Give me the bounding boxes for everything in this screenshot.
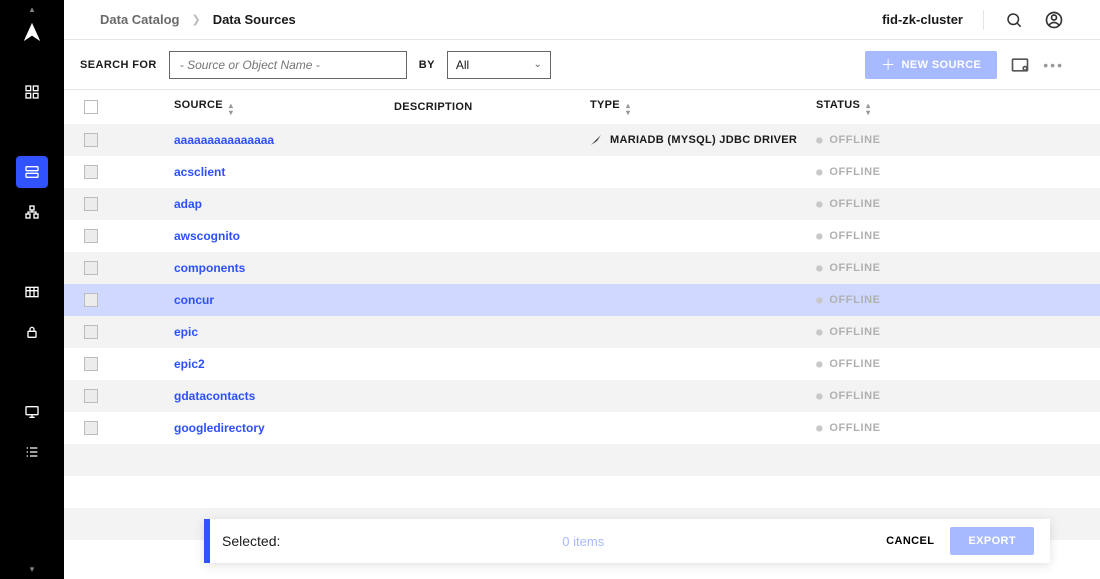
sidebar: ▴ ▾	[0, 0, 64, 579]
empty-row	[64, 476, 1100, 508]
plus-icon: ＋	[881, 55, 895, 75]
nav-dashboard[interactable]	[16, 76, 48, 108]
table-row[interactable]: epic OFFLINE	[64, 316, 1100, 348]
row-checkbox[interactable]	[84, 133, 98, 147]
table-row[interactable]: gdatacontacts OFFLINE	[64, 380, 1100, 412]
row-checkbox[interactable]	[84, 165, 98, 179]
nav-list[interactable]	[16, 436, 48, 468]
nav-security[interactable]	[16, 316, 48, 348]
table-row[interactable]: concur OFFLINE	[64, 284, 1100, 316]
source-link[interactable]: adap	[174, 197, 202, 211]
row-status: OFFLINE	[816, 422, 996, 434]
separator	[983, 10, 984, 30]
by-select-value: All	[456, 58, 469, 72]
sort-icon: ▴▾	[626, 102, 630, 116]
row-status: OFFLINE	[816, 326, 996, 338]
nav-monitor[interactable]	[16, 396, 48, 428]
breadcrumb-current: Data Sources	[213, 12, 296, 27]
selected-label: Selected:	[222, 533, 280, 549]
row-status: OFFLINE	[816, 358, 996, 370]
breadcrumb-parent[interactable]: Data Catalog	[100, 12, 179, 27]
row-checkbox[interactable]	[84, 293, 98, 307]
row-status: OFFLINE	[816, 294, 996, 306]
row-checkbox[interactable]	[84, 421, 98, 435]
data-table: SOURCE▴▾ DESCRIPTION TYPE▴▾ STATUS▴▾ aaa…	[64, 90, 1100, 579]
row-checkbox[interactable]	[84, 325, 98, 339]
nav-data-sources[interactable]	[16, 156, 48, 188]
col-status[interactable]: STATUS▴▾	[816, 99, 996, 116]
table-row[interactable]: googledirectory OFFLINE	[64, 412, 1100, 444]
by-select[interactable]: All ⌄	[447, 51, 551, 79]
user-icon[interactable]	[1044, 10, 1064, 30]
chevron-down-icon: ⌄	[533, 59, 541, 70]
row-checkbox[interactable]	[84, 261, 98, 275]
search-for-label: SEARCH FOR	[80, 59, 157, 71]
row-type: MARIADB (MYSQL) JDBC DRIVER	[590, 134, 816, 146]
table-header: SOURCE▴▾ DESCRIPTION TYPE▴▾ STATUS▴▾	[64, 90, 1100, 124]
col-source[interactable]: SOURCE▴▾	[174, 99, 394, 116]
nav-table[interactable]	[16, 276, 48, 308]
source-link[interactable]: concur	[174, 293, 214, 307]
table-row[interactable]: aaaaaaaaaaaaaaa MARIADB (MYSQL) JDBC DRIV…	[64, 124, 1100, 156]
selected-count: 0 items	[280, 534, 886, 549]
new-source-label: NEW SOURCE	[902, 59, 982, 71]
source-link[interactable]: googledirectory	[174, 421, 265, 435]
row-status: OFFLINE	[816, 134, 996, 146]
row-checkbox[interactable]	[84, 229, 98, 243]
source-link[interactable]: components	[174, 261, 245, 275]
search-icon[interactable]	[1004, 10, 1024, 30]
table-row[interactable]: components OFFLINE	[64, 252, 1100, 284]
selection-bar: Selected: 0 items CANCEL EXPORT	[204, 519, 1050, 563]
source-link[interactable]: acsclient	[174, 165, 225, 179]
search-input[interactable]	[169, 51, 407, 79]
chevron-right-icon: ❯	[191, 13, 200, 26]
table-row[interactable]: epic2 OFFLINE	[64, 348, 1100, 380]
select-all-checkbox[interactable]	[84, 100, 98, 114]
more-menu[interactable]: •••	[1043, 57, 1064, 73]
sidebar-scroll-up[interactable]: ▴	[30, 4, 35, 15]
row-status: OFFLINE	[816, 262, 996, 274]
sort-icon: ▴▾	[229, 102, 233, 116]
source-link[interactable]: epic2	[174, 357, 205, 371]
col-type[interactable]: TYPE▴▾	[590, 99, 816, 116]
table-row[interactable]: acsclient OFFLINE	[64, 156, 1100, 188]
empty-row	[64, 444, 1100, 476]
breadcrumb: Data Catalog ❯ Data Sources	[100, 12, 296, 27]
nav-hierarchy[interactable]	[16, 196, 48, 228]
cancel-button[interactable]: CANCEL	[886, 535, 934, 547]
sidebar-scroll-down[interactable]: ▾	[30, 564, 35, 575]
filter-bar: SEARCH FOR BY All ⌄ ＋ NEW SOURCE •••	[64, 40, 1100, 90]
topbar: Data Catalog ❯ Data Sources fid-zk-clust…	[64, 0, 1100, 40]
col-description[interactable]: DESCRIPTION	[394, 101, 590, 113]
sort-icon: ▴▾	[866, 102, 870, 116]
table-row[interactable]: awscognito OFFLINE	[64, 220, 1100, 252]
row-checkbox[interactable]	[84, 389, 98, 403]
row-status: OFFLINE	[816, 390, 996, 402]
row-status: OFFLINE	[816, 198, 996, 210]
accent-stripe	[204, 519, 210, 563]
source-link[interactable]: awscognito	[174, 229, 240, 243]
row-status: OFFLINE	[816, 230, 996, 242]
source-link[interactable]: epic	[174, 325, 198, 339]
row-status: OFFLINE	[816, 166, 996, 178]
layout-icon[interactable]	[1009, 54, 1031, 76]
row-checkbox[interactable]	[84, 197, 98, 211]
row-checkbox[interactable]	[84, 357, 98, 371]
new-source-button[interactable]: ＋ NEW SOURCE	[865, 51, 997, 79]
table-row[interactable]: adap OFFLINE	[64, 188, 1100, 220]
cluster-name[interactable]: fid-zk-cluster	[882, 12, 963, 27]
by-label: BY	[419, 59, 435, 71]
source-link[interactable]: aaaaaaaaaaaaaaa	[174, 133, 274, 147]
export-button[interactable]: EXPORT	[950, 527, 1034, 555]
source-link[interactable]: gdatacontacts	[174, 389, 255, 403]
